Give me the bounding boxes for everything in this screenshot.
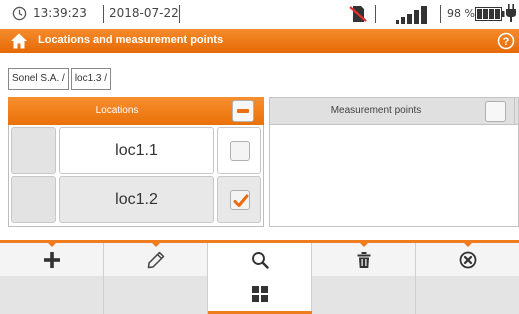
list-item[interactable]: loc1.2 (11, 176, 261, 223)
toolbar-secondary-slot (104, 276, 208, 314)
location-check-cell[interactable] (217, 176, 261, 223)
location-row-handle[interactable] (11, 176, 56, 223)
toolbar-secondary-slot (416, 276, 519, 314)
list-item[interactable]: loc1.1 (11, 127, 261, 174)
notch-marker (151, 243, 160, 247)
status-divider (103, 5, 104, 23)
battery-percent: 98 % (447, 7, 475, 20)
measurement-points-header-label: Measurement points (330, 105, 422, 116)
locations-header-label: Locations (95, 105, 139, 116)
locations-header: Locations (8, 97, 264, 125)
select-all-points-checkbox[interactable] (485, 101, 506, 122)
header-divider (514, 98, 515, 124)
no-sd-card-icon (349, 6, 367, 22)
status-divider (375, 5, 376, 23)
location-check-cell[interactable] (217, 127, 261, 174)
edit-icon (147, 251, 164, 269)
status-divider (179, 5, 180, 23)
search-icon (251, 252, 269, 269)
toolbar-secondary-slot (0, 276, 104, 314)
grid-view-icon (251, 286, 268, 302)
plug-icon (506, 4, 516, 22)
notch-marker (47, 243, 56, 247)
measurement-points-header: Measurement points (269, 97, 519, 125)
title-bar: Locations and measurement points ? (0, 29, 519, 53)
bottom-toolbar (0, 240, 519, 314)
clock-icon (12, 6, 27, 21)
status-time: 13:39:23 (33, 6, 87, 20)
close-icon (459, 251, 476, 269)
signal-strength-icon (396, 6, 427, 24)
toolbar-primary-row (0, 243, 519, 276)
breadcrumb-item[interactable]: Sonel S.A. / (8, 68, 69, 90)
page-title: Locations and measurement points (38, 34, 224, 46)
home-icon[interactable] (10, 32, 28, 50)
location-checkbox[interactable] (230, 141, 250, 161)
checkmark-icon (233, 194, 249, 207)
search-button[interactable] (208, 243, 312, 276)
location-name[interactable]: loc1.1 (59, 127, 214, 174)
delete-button[interactable] (312, 243, 416, 276)
measurement-points-panel: Measurement points (269, 97, 519, 227)
add-button[interactable] (0, 243, 104, 276)
toolbar-secondary-row (0, 276, 519, 314)
measurement-points-list (269, 125, 519, 227)
help-icon[interactable]: ? (497, 32, 515, 50)
svg-text:?: ? (503, 36, 510, 48)
breadcrumb: Sonel S.A. / loc1.3 / (8, 68, 113, 90)
locations-list: loc1.1 loc1.2 (8, 125, 264, 227)
location-checkbox[interactable] (230, 190, 250, 210)
add-icon (43, 252, 60, 268)
status-bar: 13:39:23 2018-07-22 98 % (0, 0, 519, 28)
notch-marker (359, 243, 368, 247)
select-all-locations-checkbox[interactable] (232, 100, 254, 122)
status-divider (440, 5, 441, 23)
partial-selection-icon (237, 109, 249, 113)
toolbar-secondary-slot (312, 276, 416, 314)
location-row-handle[interactable] (11, 127, 56, 174)
status-date: 2018-07-22 (109, 6, 179, 20)
battery-icon (475, 7, 505, 21)
grid-view-button[interactable] (208, 276, 312, 314)
location-name[interactable]: loc1.2 (59, 176, 214, 223)
edit-button[interactable] (104, 243, 208, 276)
delete-icon (357, 252, 370, 268)
breadcrumb-item[interactable]: loc1.3 / (70, 68, 112, 90)
locations-panel: Locations loc1.1 loc1.2 (8, 97, 264, 227)
close-button[interactable] (416, 243, 519, 276)
notch-marker (463, 243, 472, 247)
